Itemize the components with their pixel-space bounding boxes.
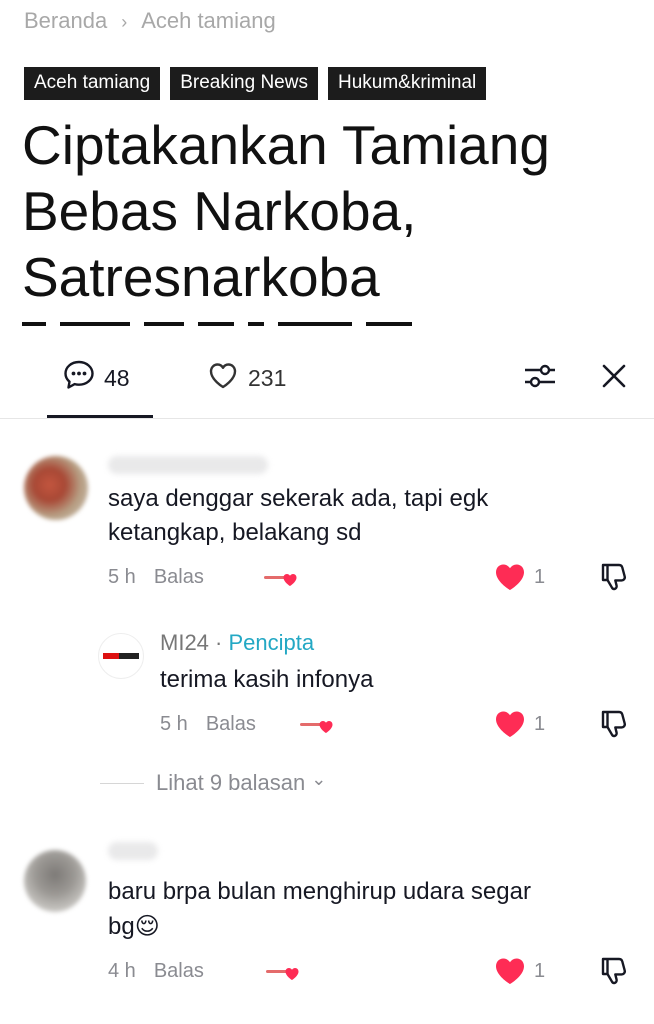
comment-meta: 4 h Balas <box>108 960 204 983</box>
creator-liked-indicator <box>266 964 302 982</box>
dislike-button[interactable] <box>597 707 631 741</box>
active-tab-indicator <box>47 415 153 418</box>
comment-like-button[interactable]: 1 <box>494 956 545 986</box>
heart-filled-icon <box>496 564 524 590</box>
comment-count: 48 <box>104 364 130 391</box>
tab-comments[interactable]: 48 <box>62 358 130 398</box>
thumbs-down-icon <box>601 710 626 738</box>
breadcrumb-home-link[interactable]: Beranda <box>24 8 107 33</box>
breadcrumb-current[interactable]: Aceh tamiang <box>141 8 276 33</box>
comment-text-line: baru brpa bulan menghirup udara segar <box>108 878 531 905</box>
comment-like-button[interactable]: 1 <box>494 562 545 592</box>
comments-tab-bar: 48 231 <box>0 340 654 419</box>
like-count: 231 <box>248 364 287 391</box>
reply-time: 5 h <box>160 713 188 735</box>
comment-like-count: 1 <box>534 565 546 588</box>
avatar[interactable] <box>24 850 86 912</box>
creator-avatar[interactable] <box>98 633 144 679</box>
filter-button[interactable] <box>520 358 560 398</box>
comment-meta: 5 h Balas <box>108 566 204 589</box>
reply-button[interactable]: Balas <box>154 566 204 589</box>
headline-cutoff-text <box>22 322 442 328</box>
comment-text-line: saya denggar sekerak ada, tapi egk <box>108 485 489 512</box>
tag-aceh-tamiang[interactable]: Aceh tamiang <box>24 67 161 100</box>
reply-text-line: terima kasih infonya <box>160 666 374 693</box>
comment-bubble-icon <box>62 358 96 398</box>
mi24-logo <box>103 653 139 659</box>
comment-like-count: 1 <box>534 959 546 982</box>
reply-button[interactable]: Balas <box>154 960 204 983</box>
tag-hukum-kriminal[interactable]: Hukum&kriminal <box>327 67 487 100</box>
sliders-icon <box>522 361 558 396</box>
comment-time: 5 h <box>108 566 136 588</box>
thumbs-down-icon <box>601 563 626 591</box>
username-blurred[interactable] <box>108 456 268 474</box>
heart-filled-icon <box>496 958 524 984</box>
avatar[interactable] <box>24 456 88 520</box>
comment-text-line: bg😌 <box>108 913 160 940</box>
close-button[interactable] <box>594 358 634 398</box>
replies-divider <box>100 782 144 784</box>
article-headline: Ciptakankan Tamiang Bebas Narkoba, Satre… <box>22 114 550 308</box>
reply-like-count: 1 <box>534 712 546 735</box>
author-separator: · <box>215 630 223 655</box>
creator-liked-indicator <box>300 717 336 735</box>
category-tags: Aceh tamiang Breaking News Hukum&krimina… <box>24 67 487 100</box>
heart-outline-icon <box>206 358 240 398</box>
dislike-button[interactable] <box>597 954 631 988</box>
heart-filled-icon <box>496 711 524 737</box>
reply-meta: 5 h Balas <box>160 713 256 736</box>
chevron-down-icon: ⌄ <box>311 768 327 789</box>
close-icon <box>600 362 628 395</box>
thumbs-down-icon <box>601 957 626 985</box>
breadcrumb: Beranda › Aceh tamiang <box>24 8 276 34</box>
creator-badge: Pencipta <box>228 630 315 655</box>
view-replies-button[interactable]: Lihat 9 balasan ⌄ <box>100 768 327 796</box>
tab-likes[interactable]: 231 <box>206 358 286 398</box>
comment-time: 4 h <box>108 960 136 982</box>
dislike-button[interactable] <box>597 560 631 594</box>
reply-author[interactable]: MI24 · Pencipta <box>160 630 314 656</box>
creator-liked-indicator <box>264 570 300 588</box>
breadcrumb-separator: › <box>121 12 128 32</box>
username-blurred[interactable] <box>108 842 158 860</box>
reply-button[interactable]: Balas <box>206 713 256 736</box>
author-name: MI24 <box>160 630 209 655</box>
reply-like-button[interactable]: 1 <box>494 709 545 739</box>
tag-breaking-news[interactable]: Breaking News <box>170 67 318 100</box>
comment-text-line: ketangkap, belakang sd <box>108 519 362 546</box>
view-replies-label: Lihat 9 balasan <box>156 770 306 795</box>
